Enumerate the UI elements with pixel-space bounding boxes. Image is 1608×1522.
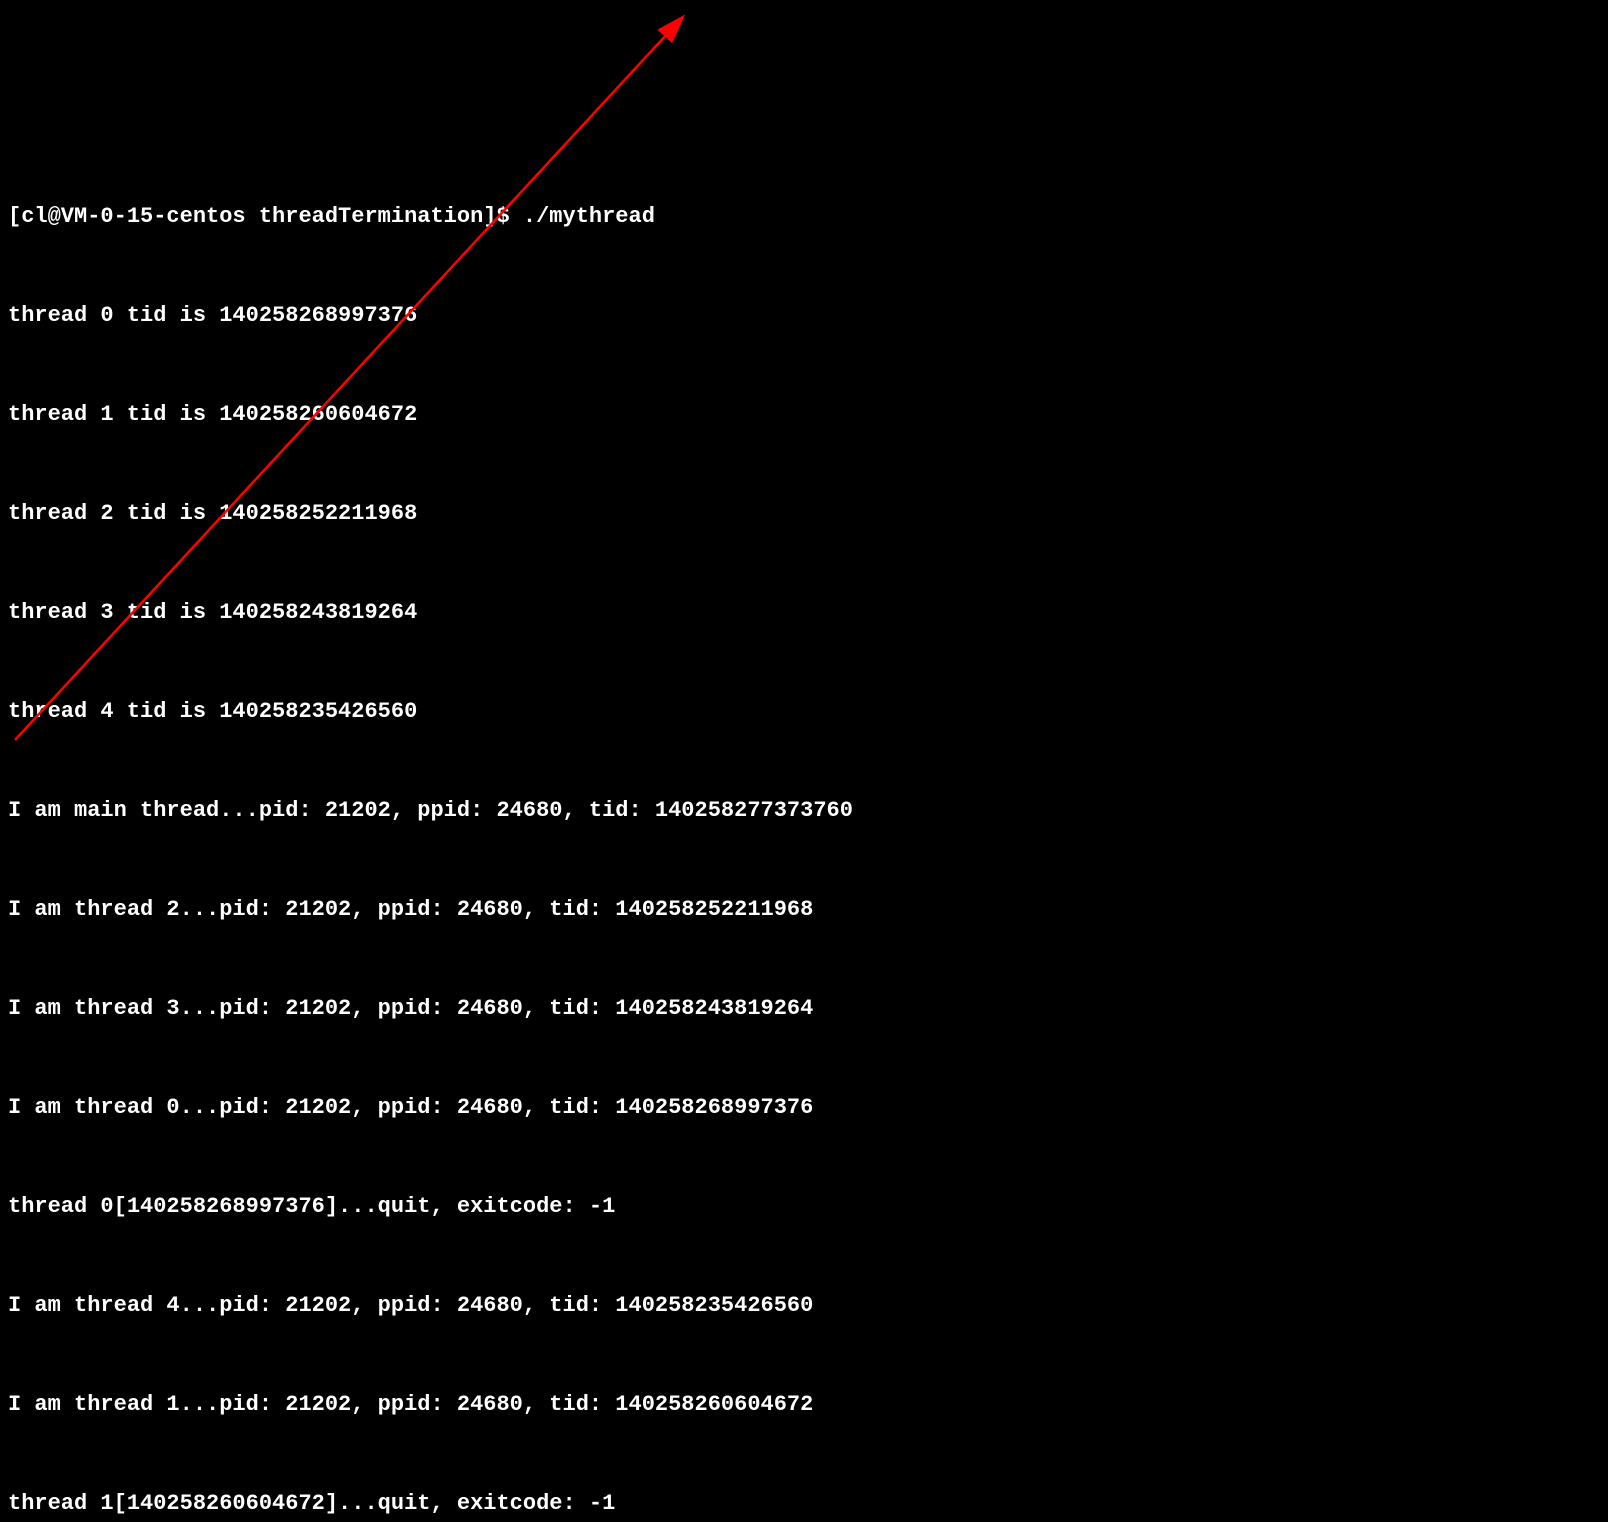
terminal-output[interactable]: [cl@VM-0-15-centos threadTermination]$ .… xyxy=(8,134,1600,1522)
output-line: I am thread 1...pid: 21202, ppid: 24680,… xyxy=(8,1388,1600,1421)
output-line: thread 4 tid is 140258235426560 xyxy=(8,695,1600,728)
output-line: thread 2 tid is 140258252211968 xyxy=(8,497,1600,530)
output-line: I am thread 0...pid: 21202, ppid: 24680,… xyxy=(8,1091,1600,1124)
prompt-command: [cl@VM-0-15-centos threadTermination]$ .… xyxy=(8,200,1600,233)
output-line: thread 3 tid is 140258243819264 xyxy=(8,596,1600,629)
output-line: thread 0 tid is 140258268997376 xyxy=(8,299,1600,332)
output-line: I am main thread...pid: 21202, ppid: 246… xyxy=(8,794,1600,827)
output-line: I am thread 4...pid: 21202, ppid: 24680,… xyxy=(8,1289,1600,1322)
output-line: thread 0[140258268997376]...quit, exitco… xyxy=(8,1190,1600,1223)
output-line: thread 1[140258260604672]...quit, exitco… xyxy=(8,1487,1600,1520)
output-line: I am thread 2...pid: 21202, ppid: 24680,… xyxy=(8,893,1600,926)
output-line: thread 1 tid is 140258260604672 xyxy=(8,398,1600,431)
output-line: I am thread 3...pid: 21202, ppid: 24680,… xyxy=(8,992,1600,1025)
